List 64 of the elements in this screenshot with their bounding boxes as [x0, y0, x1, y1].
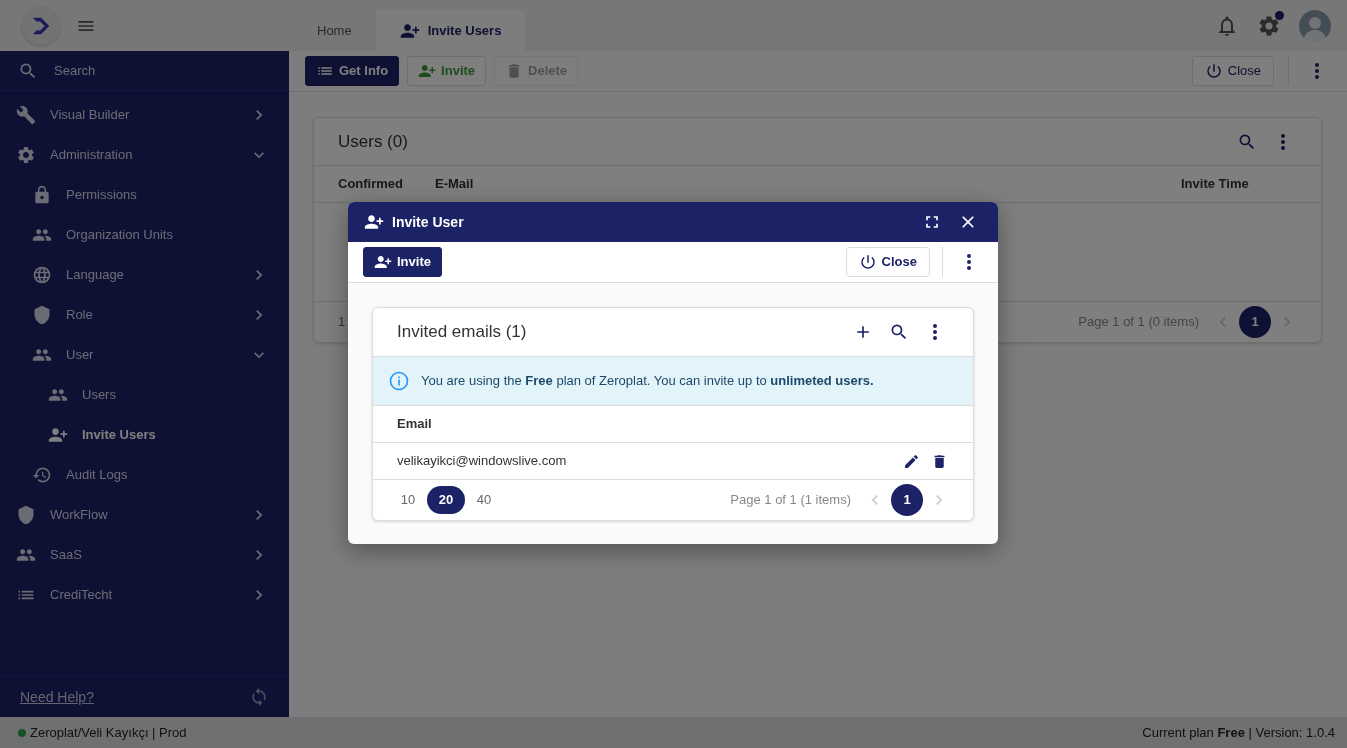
card-title: Users (0)	[338, 130, 408, 153]
more-icon	[1281, 133, 1285, 150]
tab[interactable]: Home	[293, 10, 376, 51]
sidebar-item[interactable]: Language	[0, 255, 289, 295]
page-size-option[interactable]: 40	[465, 486, 503, 514]
shield-icon	[16, 505, 36, 525]
version-text: Current plan Free | Version: 1.0.4	[1142, 723, 1335, 742]
modal-title: Invite User	[392, 212, 464, 232]
search-field[interactable]: Search	[54, 60, 96, 81]
page-size-option[interactable]: 10	[389, 486, 427, 514]
tab[interactable]: Invite Users	[375, 10, 526, 51]
sidebar-item[interactable]: Invite Users	[0, 415, 289, 455]
close-button[interactable]: Close	[845, 247, 930, 277]
page-info: Page 1 of 1 (0 items)	[1078, 313, 1199, 332]
sidebar-item[interactable]: SaaS	[0, 535, 289, 575]
shield-icon	[32, 305, 52, 325]
page-info: Page 1 of 1 (1 items)	[730, 491, 851, 510]
more-icon	[1315, 63, 1319, 79]
page-size-option[interactable]: 1	[338, 312, 346, 332]
table-cell-text: velikayikci@windowslive.com	[397, 452, 567, 471]
help-link[interactable]: Need Help?	[20, 686, 94, 708]
info-icon	[389, 371, 409, 391]
sidebar-item[interactable]: Role	[0, 295, 289, 335]
more-icon	[933, 324, 937, 340]
page-button[interactable]: 1	[891, 484, 923, 516]
sidebar-item[interactable]: Administration	[0, 135, 289, 175]
refresh-icon[interactable]	[249, 687, 269, 707]
globe-icon	[32, 265, 52, 285]
sidebar-item[interactable]: CrediTecht	[0, 575, 289, 615]
sidebar-item[interactable]: Audit Logs	[0, 455, 289, 495]
sidebar-item[interactable]: Organization Units	[0, 215, 289, 255]
sidebar-item[interactable]: Visual Builder	[0, 95, 289, 135]
person-add-icon	[418, 62, 437, 80]
toolbar-button[interactable]: Invite	[407, 56, 487, 86]
power-icon	[1204, 62, 1223, 80]
column-header: Email	[397, 415, 432, 434]
settings-icon[interactable]	[1257, 13, 1281, 38]
gear-icon	[16, 145, 36, 165]
sidebar-item[interactable]: Permissions	[0, 175, 289, 215]
column-header: E-Mail	[435, 175, 474, 194]
notice-text: You are using the Free plan of Zeroplat. You can invite up to unlimeted users.	[421, 372, 874, 391]
history-icon	[32, 465, 52, 485]
sidebar-item[interactable]: User	[0, 335, 289, 375]
page-size-option[interactable]: 20	[427, 486, 465, 514]
power-icon	[858, 253, 877, 271]
toolbar-button[interactable]: Get Info	[305, 56, 400, 86]
search-icon	[889, 322, 909, 342]
more-icon	[967, 254, 971, 270]
column-header: Confirmed	[338, 175, 404, 194]
close-button[interactable]: Close	[1191, 56, 1274, 86]
sidebar-item[interactable]: Users	[0, 375, 289, 415]
card-title: Invited emails (1)	[397, 321, 527, 344]
tools-icon	[16, 105, 36, 125]
page-button[interactable]: 1	[1239, 306, 1271, 338]
status-text: Zeroplat/Veli Kayıkçı | Prod	[30, 723, 187, 742]
column-header: Invite Time	[1181, 175, 1250, 194]
invite-button[interactable]: Invite	[363, 247, 442, 277]
edit-icon	[902, 452, 920, 470]
sidebar-item[interactable]: WorkFlow	[0, 495, 289, 535]
person-add-icon	[364, 212, 384, 232]
status-dot	[18, 728, 26, 737]
person-add-icon	[48, 425, 68, 445]
person-add-icon	[374, 253, 392, 271]
lock-icon	[32, 185, 52, 205]
